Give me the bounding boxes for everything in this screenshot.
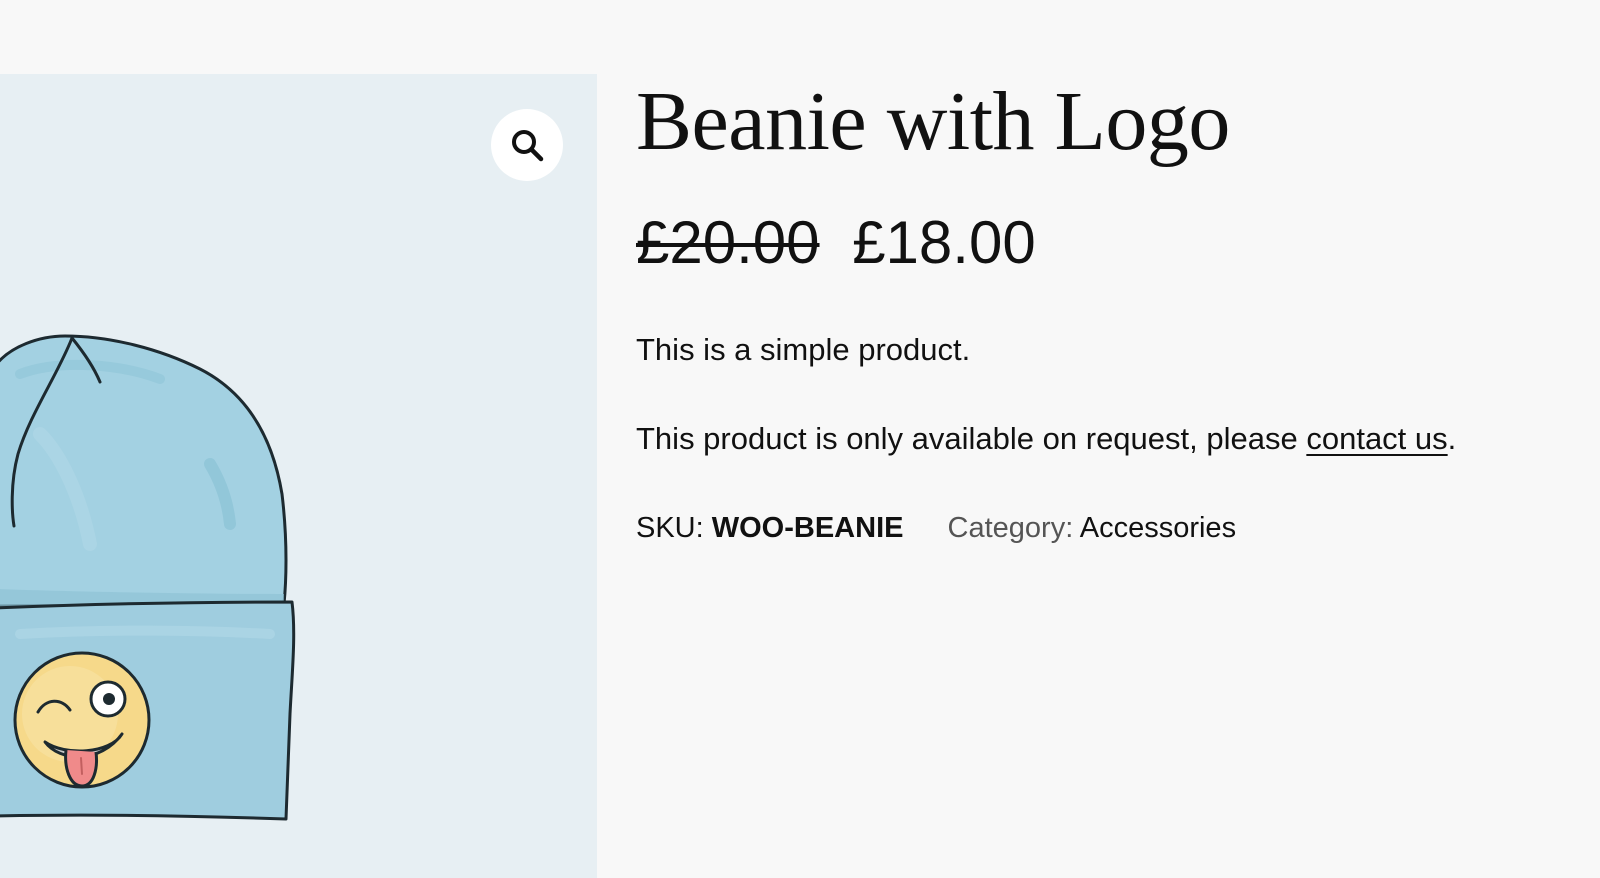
product-title: Beanie with Logo xyxy=(636,75,1230,168)
sku-label: SKU: xyxy=(636,512,704,544)
contact-us-link[interactable]: contact us xyxy=(1306,421,1447,456)
search-icon xyxy=(512,130,544,162)
beanie-image[interactable] xyxy=(0,74,597,878)
product-price: £20.00 £18.00 xyxy=(636,208,1566,278)
sale-price: £18.00 xyxy=(852,209,1036,276)
availability-note: This product is only available on reques… xyxy=(636,419,1566,459)
regular-price: £20.00 xyxy=(636,209,820,276)
product-gallery xyxy=(0,74,597,878)
product-meta: SKU: WOO-BEANIE Category: Accessories xyxy=(636,508,1566,548)
sku-value: WOO-BEANIE xyxy=(711,512,904,544)
product-short-description: This is a simple product. This product i… xyxy=(636,330,1566,459)
category-link-accessories[interactable]: Accessories xyxy=(1080,512,1236,544)
availability-text: This product is only available on reques… xyxy=(636,421,1307,456)
availability-end: . xyxy=(1447,421,1457,456)
product-page: Beanie with Logo £20.00 £18.00 This is a… xyxy=(0,0,1600,878)
zoom-button[interactable] xyxy=(491,109,563,181)
product-summary: Beanie with Logo £20.00 £18.00 This is a… xyxy=(636,72,1566,548)
description-text: This is a simple product. xyxy=(636,332,971,367)
category-label: Category: xyxy=(947,512,1074,544)
